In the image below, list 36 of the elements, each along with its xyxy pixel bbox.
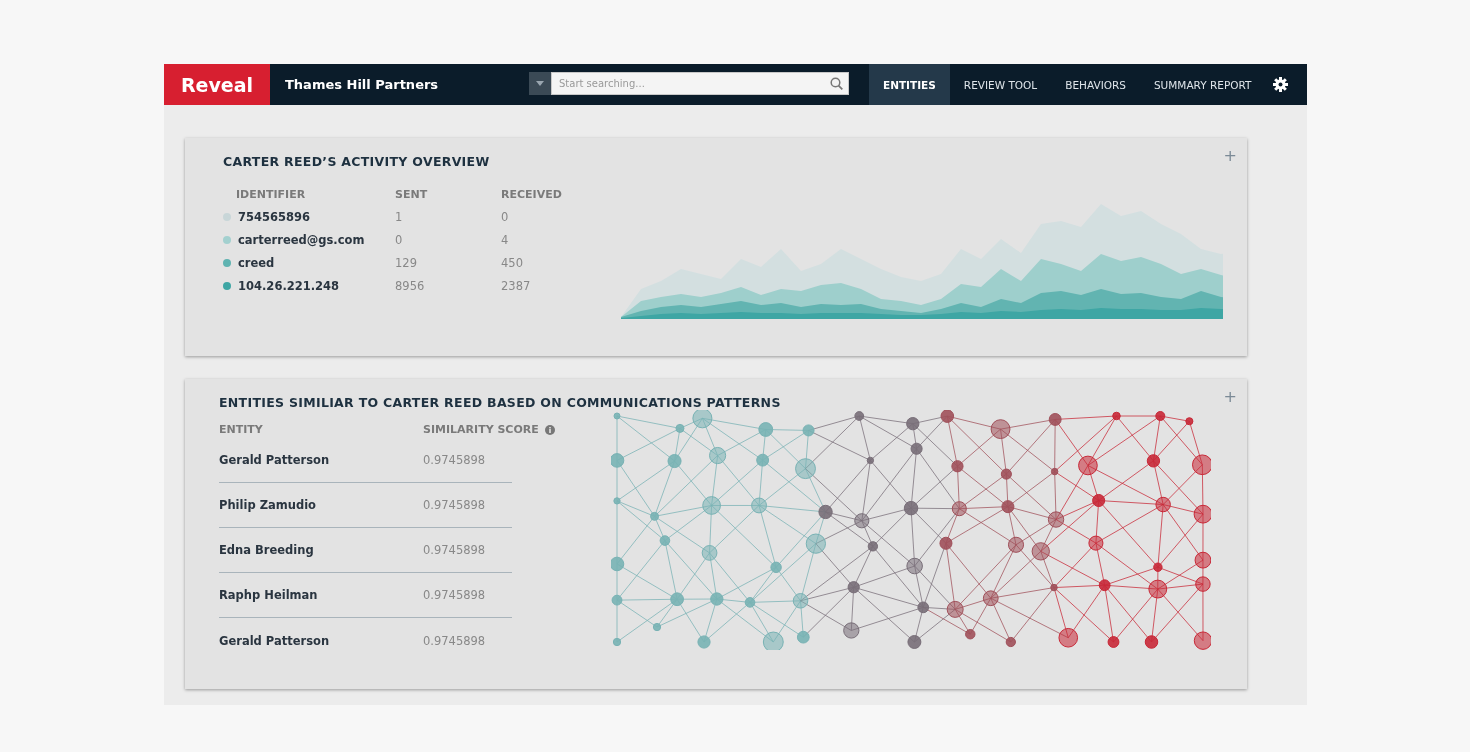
identifier-text: carterreed@gs.com <box>238 233 365 247</box>
nav-tab[interactable]: SUMMARY REPORT <box>1139 64 1266 105</box>
nav-tab[interactable]: BEHAVIORS <box>1051 64 1140 105</box>
similarity-score: 0.9745898 <box>423 588 486 602</box>
entity-name: Philip Zamudio <box>219 498 318 512</box>
similarity-score: 0.9745898 <box>423 633 486 648</box>
received-count: 450 <box>501 256 524 270</box>
received-count: 2387 <box>501 279 532 293</box>
column-header: RECEIVED <box>501 188 563 201</box>
organization-name: Thames Hill Partners <box>284 76 440 94</box>
brand-logo: Reveal <box>164 64 270 105</box>
identifier-text: 754565896 <box>238 210 310 224</box>
column-header: SIMILARITY SCORE <box>423 423 539 436</box>
identifier-text: 104.26.221.248 <box>238 279 340 293</box>
card-title: ENTITIES SIMILIAR TO CARTER REED BASED ON COMMUNICATIONS PATTERNS <box>219 395 782 410</box>
column-header: SENT <box>395 188 429 201</box>
similarity-score: 0.9745898 <box>423 498 486 512</box>
received-count: 4 <box>501 233 510 247</box>
entity-name: Gerald Patterson <box>219 453 331 467</box>
column-header: IDENTIFIER <box>235 188 307 201</box>
sent-count: 1 <box>395 210 404 224</box>
search-field[interactable]: Start searching... <box>551 72 849 95</box>
similarity-score: 0.9745898 <box>423 543 486 557</box>
entity-name: Raphp Heilman <box>219 588 319 602</box>
nav-tab[interactable]: ENTITIES <box>869 64 950 105</box>
card-title: CARTER REED’S ACTIVITY OVERVIEW <box>223 154 491 169</box>
nav-tab[interactable]: REVIEW TOOL <box>949 64 1052 105</box>
column-header: ENTITY <box>219 423 264 436</box>
sent-count: 0 <box>395 233 404 247</box>
identifier-text: creed <box>238 256 275 270</box>
entity-name: Edna Breeding <box>219 543 315 557</box>
sent-count: 129 <box>395 256 418 270</box>
similarity-score: 0.9745898 <box>423 453 486 467</box>
sent-count: 8956 <box>395 279 426 293</box>
received-count: 0 <box>501 210 510 224</box>
entity-name: Gerald Patterson <box>219 633 331 648</box>
